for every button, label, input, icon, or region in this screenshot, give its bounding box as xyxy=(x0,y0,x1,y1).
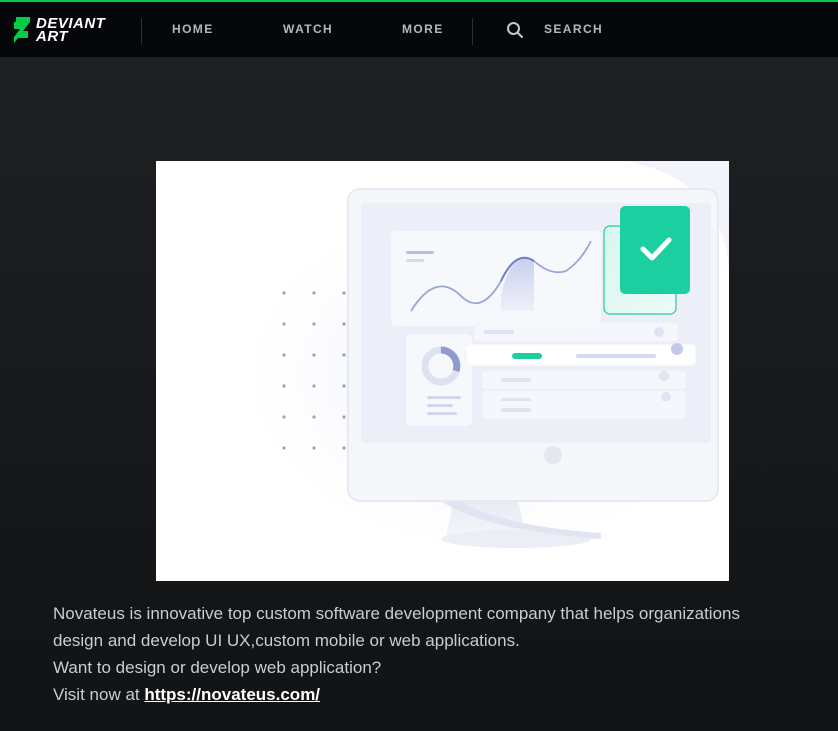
logo-text: DEVIANT ART xyxy=(36,15,106,45)
description-line: Visit now at https://novateus.com/ xyxy=(53,681,833,708)
nav-home[interactable]: HOME xyxy=(172,2,214,57)
artwork-description: Novateus is innovative top custom softwa… xyxy=(53,600,833,708)
nav-more[interactable]: MORE xyxy=(402,2,444,57)
nav-divider xyxy=(141,18,142,45)
description-line: Novateus is innovative top custom softwa… xyxy=(53,604,740,623)
top-navigation-bar: DEVIANT ART HOME WATCH MORE SEARCH xyxy=(0,0,838,57)
visit-prefix: Visit now at xyxy=(53,685,145,704)
deviantart-logo-icon xyxy=(14,17,30,43)
deviantart-logo[interactable]: DEVIANT ART xyxy=(12,15,107,45)
description-line: Want to design or develop web applicatio… xyxy=(53,658,382,677)
monitor-illustration xyxy=(226,161,729,566)
search-icon[interactable] xyxy=(506,21,524,39)
description-line: design and develop UI UX,custom mobile o… xyxy=(53,631,520,650)
nav-divider xyxy=(472,18,473,45)
search-button[interactable]: SEARCH xyxy=(544,2,603,57)
novateus-link[interactable]: https://novateus.com/ xyxy=(144,685,320,704)
artwork-image[interactable] xyxy=(156,161,729,581)
nav-watch[interactable]: WATCH xyxy=(283,2,333,57)
